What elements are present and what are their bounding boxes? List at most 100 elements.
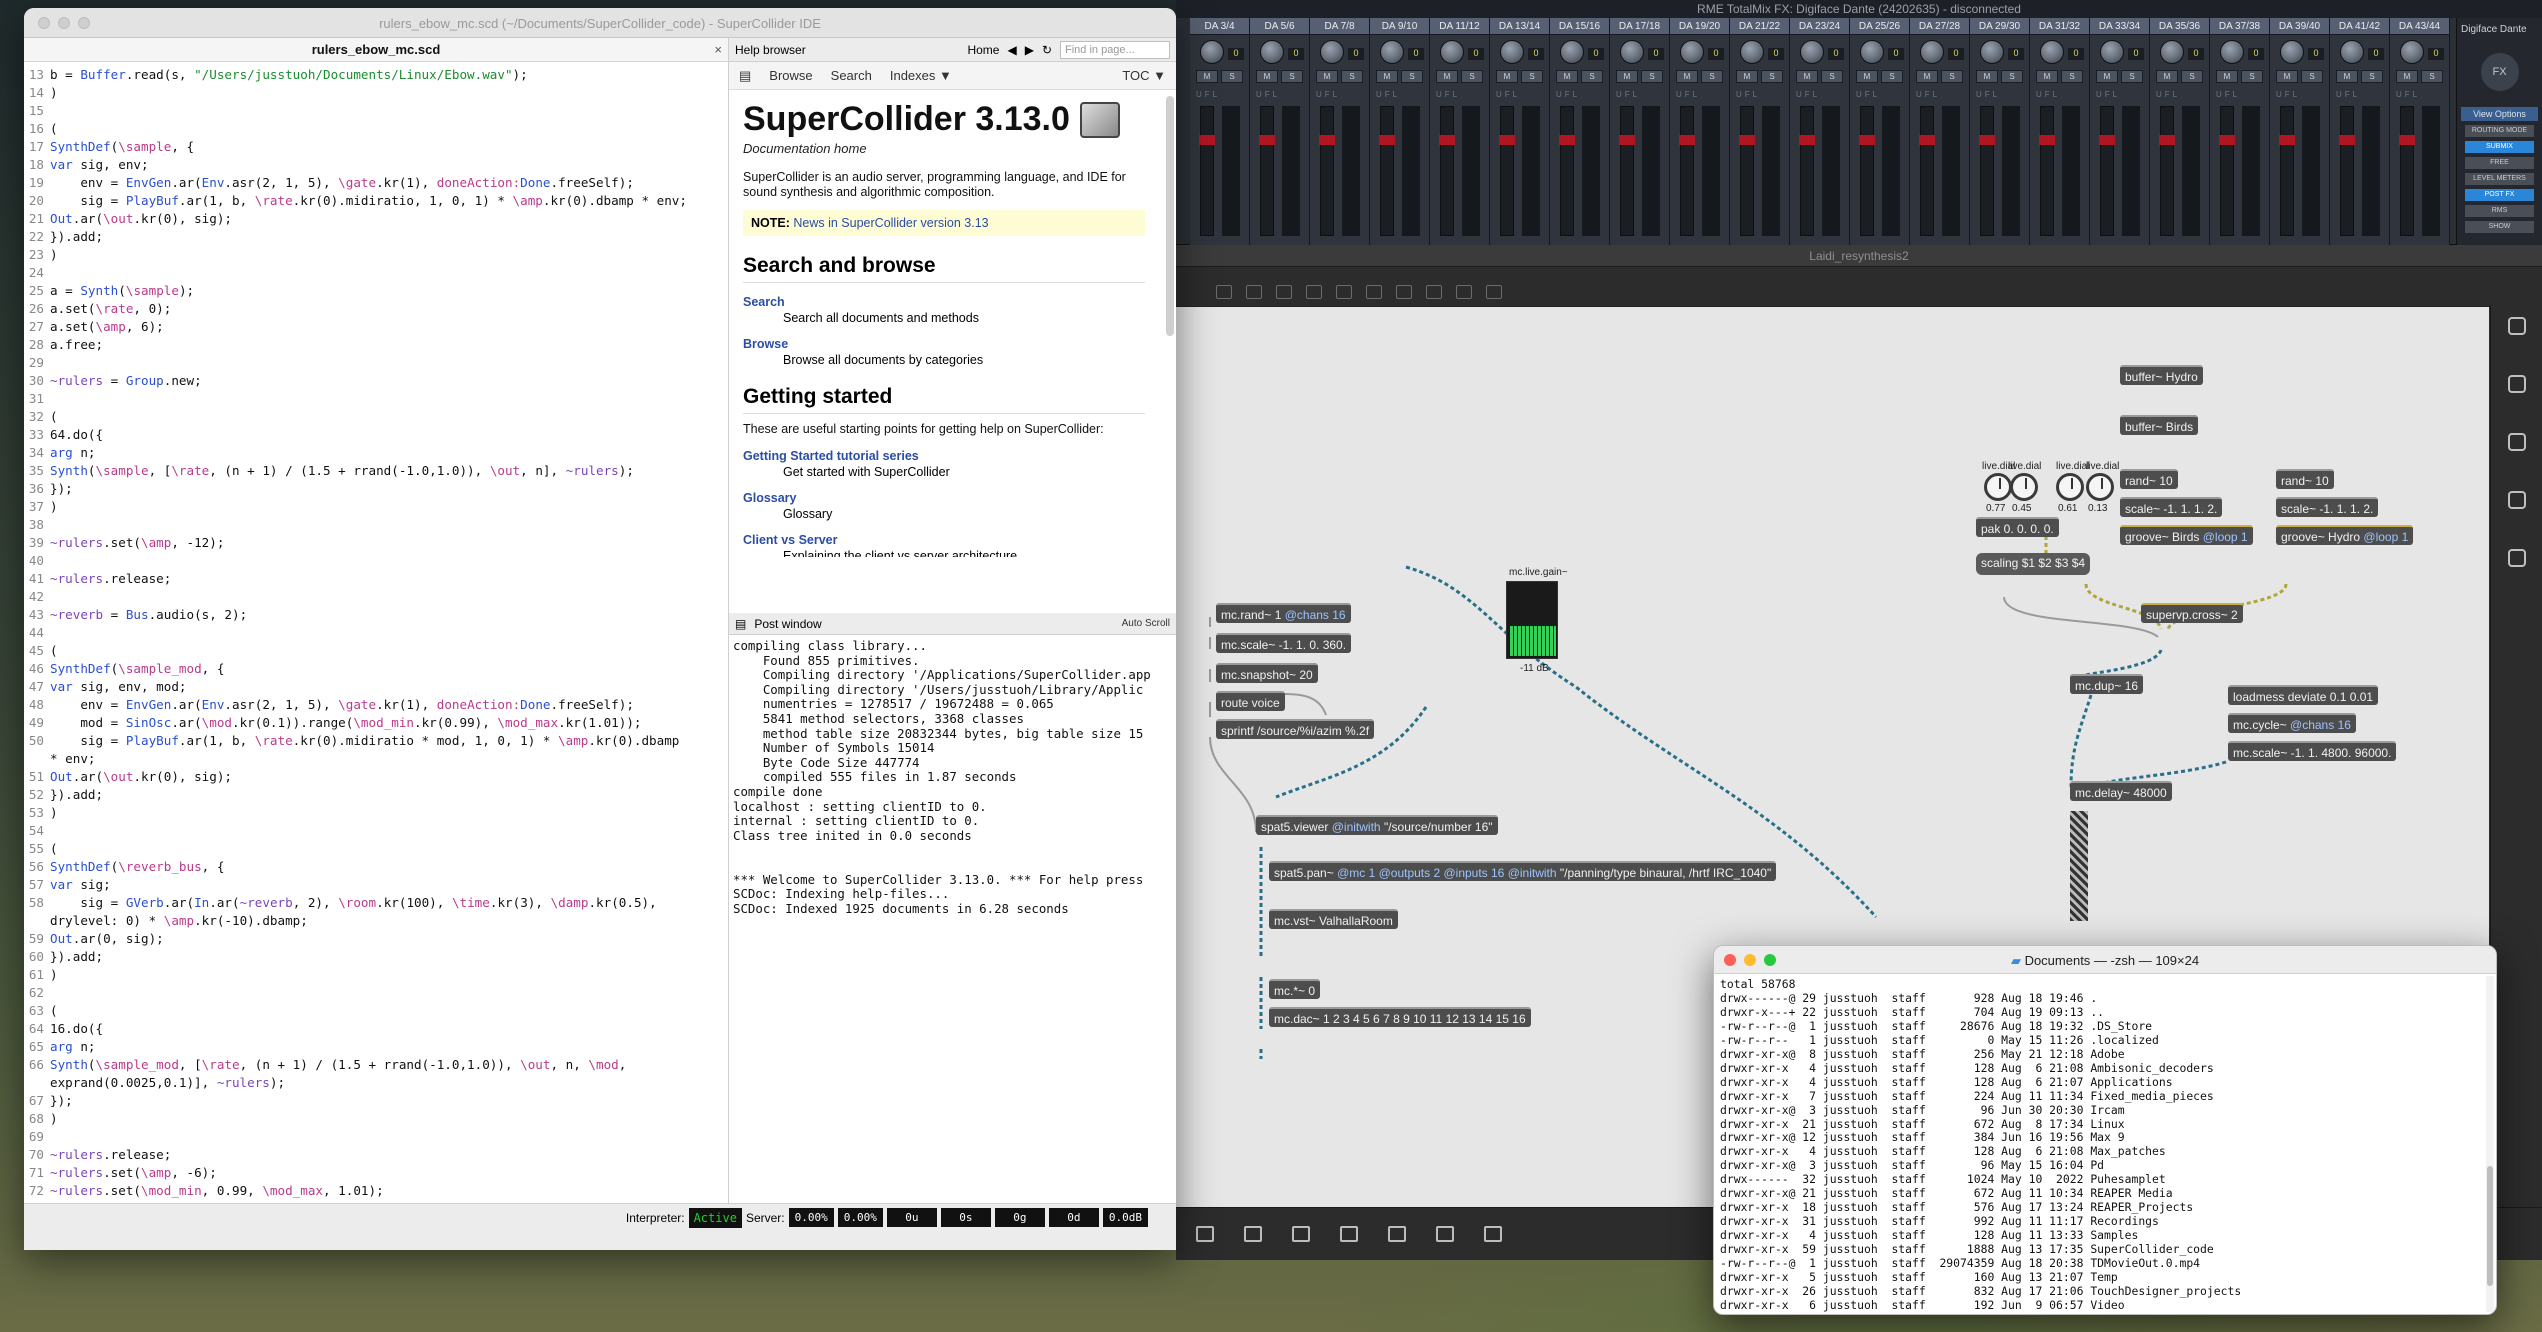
live-dial-1[interactable] (1984, 473, 2012, 501)
volume-fader[interactable] (1859, 106, 1875, 236)
sprintf-object[interactable]: sprintf /source/%i/azim %.2f (1216, 719, 1375, 739)
toc-button[interactable]: TOC ▼ (1122, 68, 1166, 83)
channel-strip[interactable]: DA 29/30 0 M S UFL (1970, 18, 2030, 245)
code-lines[interactable]: 13 b = Buffer .read(s, "/Users/jusstuoh/Do… (24, 66, 728, 1200)
mute-button[interactable]: M (1616, 70, 1638, 83)
mute-button[interactable]: M (1796, 70, 1818, 83)
tutorial-link[interactable]: Getting Started tutorial series (743, 449, 1145, 463)
gain-knob[interactable] (2100, 40, 2124, 64)
solo-button[interactable]: S (1821, 70, 1843, 83)
mc-snapshot-object[interactable]: mc.snapshot~ 20 (1216, 663, 1318, 683)
volume-fader[interactable] (1799, 106, 1815, 236)
close-box-icon[interactable] (1306, 284, 1322, 299)
piano-icon[interactable] (1436, 1226, 1454, 1242)
mute-button[interactable]: M (2396, 70, 2418, 83)
mc-cycle-object[interactable]: mc.cycle~ @chans 16 (2228, 713, 2356, 733)
volume-fader[interactable] (1319, 106, 1335, 236)
gain-knob[interactable] (1200, 40, 1224, 64)
solo-button[interactable]: S (1941, 70, 1963, 83)
supervp-cross-object[interactable]: supervp.cross~ 2 (2141, 603, 2243, 623)
browse-link[interactable]: Browse (743, 337, 1145, 351)
nav-browse[interactable]: Browse (769, 68, 812, 83)
channel-strip[interactable]: DA 11/12 0 M S UFL (1430, 18, 1490, 245)
gain-knob[interactable] (1980, 40, 2004, 64)
channel-strip[interactable]: DA 37/38 0 M S UFL (2210, 18, 2270, 245)
channel-strip[interactable]: DA 21/22 0 M S UFL (1730, 18, 1790, 245)
volume-fader[interactable] (1739, 106, 1755, 236)
view-options-button[interactable]: View Options (2461, 107, 2538, 121)
solo-button[interactable]: S (1641, 70, 1663, 83)
fx-button[interactable]: FX (2480, 53, 2519, 91)
gain-knob[interactable] (2220, 40, 2244, 64)
mc-scale-object[interactable]: mc.scale~ -1. 1. 0. 360. (1216, 633, 1352, 653)
grid-view-icon[interactable] (1196, 1226, 1214, 1242)
terminal-scrollbar[interactable] (2486, 976, 2494, 1312)
solo-button[interactable]: S (2061, 70, 2083, 83)
auto-scroll-toggle[interactable]: Auto Scroll (1122, 618, 1170, 629)
solo-button[interactable]: S (2361, 70, 2383, 83)
post-fx-button[interactable]: POST FX (2465, 189, 2534, 201)
volume-fader[interactable] (1439, 106, 1455, 236)
mute-button[interactable]: M (1196, 70, 1218, 83)
mute-button[interactable]: M (1256, 70, 1278, 83)
volume-fader[interactable] (2219, 106, 2235, 236)
mute-button[interactable]: M (1856, 70, 1878, 83)
loadmess-object[interactable]: loadmess deviate 0.1 0.01 (2228, 685, 2379, 705)
channel-strip[interactable]: DA 39/40 0 M S UFL (2270, 18, 2330, 245)
gain-knob[interactable] (2040, 40, 2064, 64)
gain-knob[interactable] (1800, 40, 1824, 64)
close-tab-icon[interactable]: × (714, 38, 722, 62)
gain-knob[interactable] (2160, 40, 2184, 64)
gain-knob[interactable] (1320, 40, 1344, 64)
buffer-hydro-object[interactable]: buffer~ Hydro (2120, 365, 2203, 385)
nav-search[interactable]: Search (831, 68, 872, 83)
scale-object-2[interactable]: scale~ -1. 1. 1. 2. (2276, 497, 2379, 517)
wand-icon[interactable] (1340, 1226, 1358, 1242)
spat-pan-object[interactable]: spat5.pan~ @mc 1 @outputs 2 @inputs 16 @… (1269, 861, 1777, 881)
volume-fader[interactable] (2399, 106, 2415, 236)
free-button[interactable]: FREE (2465, 157, 2534, 169)
comment-bubble-icon[interactable] (1244, 1226, 1262, 1242)
help-scrollbar[interactable] (1166, 96, 1174, 336)
gain-knob[interactable] (1620, 40, 1644, 64)
client-server-link[interactable]: Client vs Server (743, 533, 1145, 547)
volume-fader[interactable] (1619, 106, 1635, 236)
live-dial-2[interactable] (2010, 473, 2038, 501)
mute-button[interactable]: M (1316, 70, 1338, 83)
channel-strip[interactable]: DA 5/6 0 M S UFL (1250, 18, 1310, 245)
mute-button[interactable]: M (2336, 70, 2358, 83)
pak-object[interactable]: pak 0. 0. 0. 0. (1976, 517, 2059, 537)
volume-fader[interactable] (1199, 106, 1215, 236)
comment-icon[interactable] (1276, 284, 1292, 299)
loop-icon[interactable] (1426, 284, 1442, 299)
mute-button[interactable]: M (1556, 70, 1578, 83)
mute-button[interactable]: M (2216, 70, 2238, 83)
mc-dac-object[interactable]: mc.dac~ 1 2 3 4 5 6 7 8 9 10 11 12 13 14… (1269, 1007, 1531, 1027)
gain-knob[interactable] (1860, 40, 1884, 64)
volume-fader[interactable] (2099, 106, 2115, 236)
volume-fader[interactable] (1499, 106, 1515, 236)
forward-icon[interactable]: ▶ (1025, 43, 1034, 57)
gain-knob[interactable] (1560, 40, 1584, 64)
code-editor[interactable]: rulers_ebow_mc.scd × 13 b = Buffer .read(s,… (24, 38, 728, 1228)
gain-knob[interactable] (1260, 40, 1284, 64)
terminal-output[interactable]: total 58768 drwx------@ 29 jusstuoh staff… (1714, 974, 2496, 1314)
solo-button[interactable]: S (2421, 70, 2443, 83)
groove-hydro-object[interactable]: groove~ Hydro @loop 1 (2276, 525, 2414, 545)
reload-icon[interactable]: ↻ (1042, 43, 1052, 57)
volume-fader[interactable] (2159, 106, 2175, 236)
mc-rand-object[interactable]: mc.rand~ 1 @chans 16 (1216, 603, 1351, 623)
solo-button[interactable]: S (1881, 70, 1903, 83)
route-object[interactable]: route voice (1216, 691, 1285, 711)
gain-knob[interactable] (1920, 40, 1944, 64)
help-browser-panel[interactable]: Help browser Home ◀ ▶ ↻ Find in page... … (728, 38, 1176, 613)
gain-knob[interactable] (2340, 40, 2364, 64)
gain-knob[interactable] (1440, 40, 1464, 64)
print-icon[interactable]: ▤ (739, 68, 751, 84)
submix-button[interactable]: SUBMIX (2465, 141, 2534, 153)
mute-button[interactable]: M (2156, 70, 2178, 83)
channel-strip[interactable]: DA 3/4 0 M S UFL (1190, 18, 1250, 245)
mc-mul-object[interactable]: mc.*~ 0 (1269, 979, 1321, 999)
interpreter-state[interactable]: Active (688, 1207, 742, 1228)
nav-indexes[interactable]: Indexes ▼ (890, 68, 952, 83)
